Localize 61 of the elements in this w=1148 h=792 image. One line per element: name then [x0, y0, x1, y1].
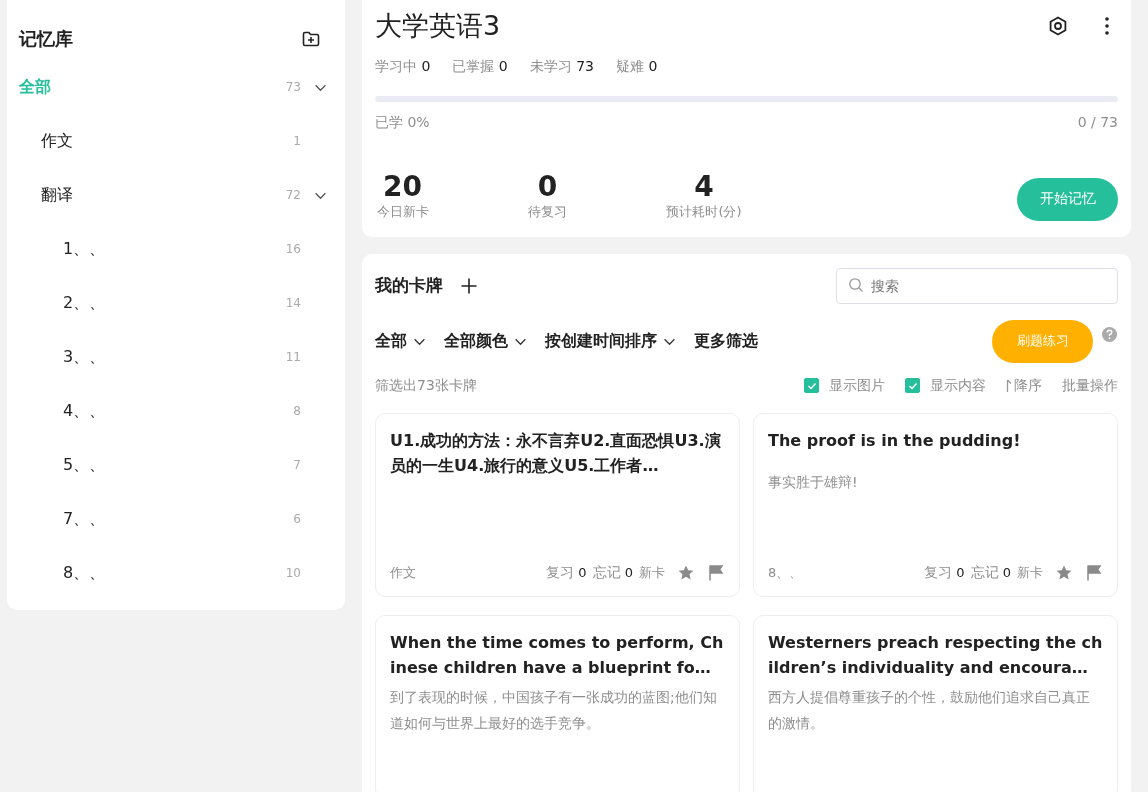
card-tag: 8、、 [768, 563, 803, 582]
settings-icon[interactable] [1047, 15, 1069, 37]
flash-card[interactable]: U1.成功的方法：永不言弃U2.直面恐惧U3.演员的一生U4.旅行的意义U5.工作者… 作文 复习 0 忘记 0 新卡 [375, 412, 740, 597]
checkbox-label[interactable]: 显示图片 [829, 376, 885, 395]
search-field[interactable]: 搜索 [836, 267, 1118, 304]
tree-item[interactable]: 3、、 11 [7, 330, 345, 384]
result-count: 筛选出73张卡牌 [375, 376, 477, 395]
forget-count: 忘记 0 [592, 563, 633, 582]
stat-text: 已掌握 0 [452, 58, 508, 76]
sidebar-title: 记忆库 [19, 27, 73, 51]
stat-text: 疑难 0 [616, 58, 658, 76]
flash-card[interactable]: Westerners preach respecting the children’s individuality and encoura… 西方人提倡尊重孩子的个性，鼓励他们追求自己真正的激情。 [753, 614, 1118, 792]
figure-label: 今日新卡 [376, 202, 429, 221]
figure-label: 预计耗时(分) [666, 202, 742, 221]
flag-icon[interactable] [707, 563, 725, 582]
progress-label: 已学 0% [375, 114, 430, 132]
card-content: 到了表现的时候，中国孩子有一张成功的蓝图;他们知道如何与世界上最好的选手竞争。 [390, 687, 718, 733]
tree-item[interactable]: 翻译 72 [7, 168, 345, 222]
figure-value: 0 [537, 172, 558, 203]
checkbox[interactable] [905, 378, 920, 394]
filter-dropdown[interactable]: 全部颜色 [444, 330, 527, 352]
add-icon[interactable] [460, 276, 478, 295]
sort-icon [1006, 377, 1012, 394]
progress-reading: 0 / 73 [1077, 114, 1118, 132]
tree-item[interactable]: 1、、 16 [7, 222, 345, 276]
tree-item[interactable]: 作文 1 [7, 114, 345, 168]
card-title: Westerners preach respecting the children’s individuality and encoura… [768, 631, 1103, 679]
card-title: U1.成功的方法：永不言弃U2.直面恐惧U3.演员的一生U4.旅行的意义U5.工作者… [390, 429, 722, 477]
forget-count: 忘记 0 [970, 563, 1011, 582]
panel-title: 我的卡牌 [375, 274, 443, 298]
tree-item[interactable]: 4、、 8 [7, 384, 345, 438]
stat-text: 学习中 0 [375, 58, 431, 76]
new-folder-icon[interactable] [301, 29, 321, 49]
help-icon[interactable] [1101, 325, 1118, 343]
tree-item[interactable]: 7、、 6 [7, 492, 345, 546]
flag-icon[interactable] [1085, 563, 1103, 582]
card-title: When the time comes to perform, Chinese children have a blueprint fo… [390, 631, 725, 679]
figure-value: 20 [383, 172, 422, 203]
filter-dropdown[interactable]: 更多筛选 [694, 330, 758, 352]
card-content: 西方人提倡尊重孩子的个性，鼓励他们追求自己真正的激情。 [768, 687, 1091, 733]
flash-card[interactable]: The proof is in the pudding! 事实胜于雄辩! 8、、 复习 0 忘记 0 新卡 [753, 412, 1118, 597]
card-status: 新卡 [639, 563, 665, 582]
tree-item[interactable]: 5、、 7 [7, 438, 345, 492]
tree-item[interactable]: 2、、 14 [7, 276, 345, 330]
tree-item[interactable]: 8、、 10 [7, 546, 345, 600]
figure-value: 4 [694, 172, 714, 203]
review-count: 复习 0 [546, 563, 587, 582]
figure-label: 待复习 [528, 202, 567, 221]
filter-dropdown[interactable]: 按创建时间排序 [545, 330, 676, 352]
card-content: 事实胜于雄辩! [768, 472, 859, 492]
flash-card[interactable]: When the time comes to perform, Chinese children have a blueprint fo… 到了表现的时候，中国孩子有一张成功的蓝图;他们知道如何与世界上最好的选手竞争。 [375, 614, 740, 792]
filter-dropdown[interactable]: 全部 [375, 330, 426, 352]
checkbox[interactable] [804, 378, 819, 394]
stat-text: 未学习 73 [529, 58, 594, 76]
review-count: 复习 0 [924, 563, 965, 582]
card-title: The proof is in the pudding! [768, 429, 1022, 452]
search-icon [848, 276, 864, 293]
deck-title: 大学英语3 [375, 9, 502, 43]
card-tag: 作文 [390, 563, 416, 582]
checkbox-label[interactable]: 显示内容 [930, 376, 986, 395]
card-status: 新卡 [1017, 563, 1043, 582]
